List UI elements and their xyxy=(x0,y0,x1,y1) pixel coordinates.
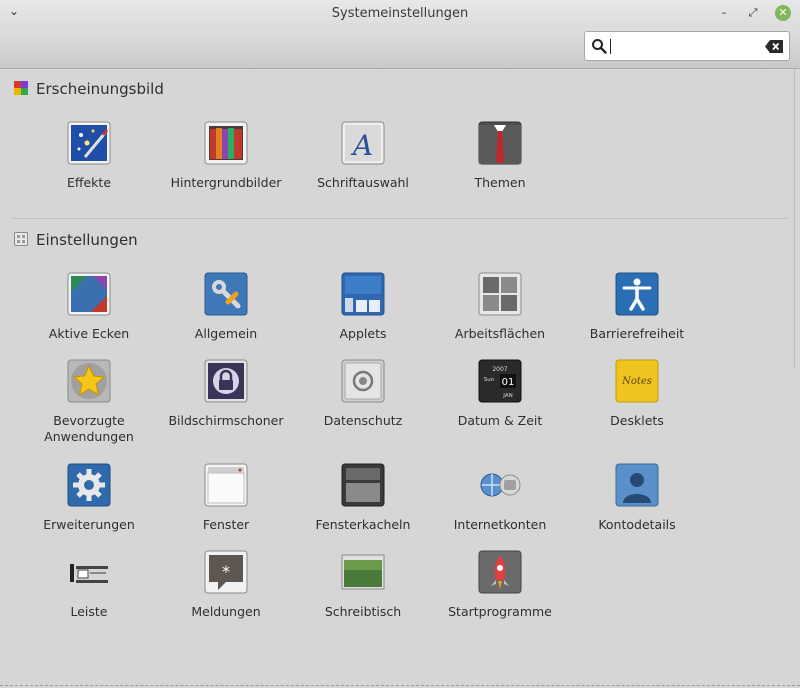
date-time-icon: 2007 Sun 01 JAN xyxy=(478,359,522,403)
item-bildschirmschoner[interactable]: Bildschirmschoner xyxy=(156,359,296,429)
item-label: Schreibtisch xyxy=(324,604,402,619)
section-header-settings: Einstellungen xyxy=(14,231,138,251)
calendar-date: 01 xyxy=(502,377,515,388)
section-header-appearance: Erscheinungsbild xyxy=(14,80,164,100)
item-allgemein[interactable]: Allgemein xyxy=(156,272,296,342)
window-tiling-icon xyxy=(341,463,385,507)
privacy-icon xyxy=(341,359,385,403)
search-box[interactable] xyxy=(584,31,790,61)
notify-glyph: * xyxy=(222,562,230,581)
item-label: Leiste xyxy=(70,604,108,619)
scrollbar[interactable] xyxy=(794,69,800,369)
item-label: Startprogramme xyxy=(448,604,552,619)
section-divider xyxy=(12,218,788,219)
wallpaper-icon xyxy=(204,121,248,165)
toolbar xyxy=(0,28,800,69)
item-label: Desklets xyxy=(610,413,664,428)
bottom-edge xyxy=(0,685,800,686)
item-hintergrundbilder[interactable]: Hintergrundbilder xyxy=(156,121,296,191)
workspaces-icon xyxy=(478,272,522,316)
extensions-icon xyxy=(67,463,111,507)
item-label: Bevorzugte Anwendungen xyxy=(44,413,134,444)
item-label: Internetkonten xyxy=(453,517,547,532)
item-internetkonten[interactable]: Internetkonten xyxy=(430,463,570,533)
item-datum-zeit[interactable]: 2007 Sun 01 JAN Datum & Zeit xyxy=(430,359,570,429)
item-arbeitsflachen[interactable]: Arbeitsflächen xyxy=(430,272,570,342)
item-label: Applets xyxy=(339,326,387,341)
title-bar: ⌄ Systemeinstellungen – ⤢ ✕ xyxy=(0,0,800,28)
close-button[interactable]: ✕ xyxy=(775,5,791,21)
item-schreibtisch[interactable]: Schreibtisch xyxy=(293,550,433,620)
minimize-button[interactable]: – xyxy=(716,5,732,21)
note-text: Notes xyxy=(621,376,652,387)
hot-corners-icon xyxy=(67,272,111,316)
item-kontodetails[interactable]: Kontodetails xyxy=(567,463,707,533)
accessibility-icon xyxy=(615,272,659,316)
item-label: Kontodetails xyxy=(598,517,676,532)
settings-grid-icon xyxy=(14,232,28,246)
item-aktive-ecken[interactable]: Aktive Ecken xyxy=(19,272,159,342)
section-title: Erscheinungsbild xyxy=(36,80,164,98)
item-erweiterungen[interactable]: Erweiterungen xyxy=(19,463,159,533)
item-effekte[interactable]: Effekte xyxy=(19,121,159,191)
item-label: Allgemein xyxy=(194,326,258,341)
item-label: Erweiterungen xyxy=(43,517,135,532)
item-bevorzugte-anwendungen[interactable]: Bevorzugte Anwendungen xyxy=(19,359,159,445)
item-datenschutz[interactable]: Datenschutz xyxy=(293,359,433,429)
text-caret xyxy=(610,39,611,54)
calendar-year: 2007 xyxy=(492,366,507,373)
item-label: Bildschirmschoner xyxy=(168,413,284,428)
item-label: Barrierefreiheit xyxy=(589,326,685,341)
item-desklets[interactable]: Notes Desklets xyxy=(567,359,707,429)
item-applets[interactable]: Applets xyxy=(293,272,433,342)
section-title: Einstellungen xyxy=(36,231,138,249)
online-accounts-icon xyxy=(480,473,521,497)
item-label: Arbeitsflächen xyxy=(454,326,546,341)
calendar-day: Sun xyxy=(484,377,495,383)
item-label: Datum & Zeit xyxy=(457,413,543,428)
item-label: Aktive Ecken xyxy=(48,326,130,341)
palette-icon xyxy=(14,81,28,95)
startup-apps-icon xyxy=(478,550,522,594)
clear-search-icon[interactable] xyxy=(765,40,783,53)
notifications-icon: * xyxy=(204,550,248,594)
item-fenster[interactable]: Fenster xyxy=(156,463,296,533)
themes-icon xyxy=(478,121,522,165)
windows-icon xyxy=(204,463,248,507)
item-fensterkacheln[interactable]: Fensterkacheln xyxy=(293,463,433,533)
item-barrierefreiheit[interactable]: Barrierefreiheit xyxy=(567,272,707,342)
panel-icon xyxy=(70,564,108,583)
general-icon xyxy=(204,272,248,316)
window-title: Systemeinstellungen xyxy=(331,6,469,21)
applets-icon xyxy=(341,272,385,316)
item-label: Fensterkacheln xyxy=(315,517,411,532)
effects-icon xyxy=(67,121,111,165)
item-schriftauswahl[interactable]: A Schriftauswahl xyxy=(293,121,433,191)
screensaver-icon xyxy=(204,359,248,403)
calendar-month: JAN xyxy=(502,393,512,399)
desktop-icon xyxy=(341,554,385,590)
font-letter: A xyxy=(350,129,373,162)
item-label: Meldungen xyxy=(191,604,261,619)
item-label: Fenster xyxy=(202,517,250,532)
item-meldungen[interactable]: * Meldungen xyxy=(156,550,296,620)
item-themen[interactable]: Themen xyxy=(430,121,570,191)
account-details-icon xyxy=(615,463,659,507)
item-leiste[interactable]: Leiste xyxy=(19,550,159,620)
item-label: Hintergrundbilder xyxy=(170,175,282,190)
search-icon xyxy=(592,39,607,54)
item-startprogramme[interactable]: Startprogramme xyxy=(430,550,570,620)
item-label: Datenschutz xyxy=(323,413,403,428)
item-label: Themen xyxy=(474,175,526,190)
search-input[interactable] xyxy=(613,36,757,58)
item-label: Effekte xyxy=(66,175,112,190)
desklets-icon: Notes xyxy=(615,359,659,403)
preferred-apps-icon xyxy=(67,359,111,403)
item-label: Schriftauswahl xyxy=(317,175,409,190)
font-icon: A xyxy=(341,121,385,165)
maximize-button[interactable]: ⤢ xyxy=(745,5,761,21)
